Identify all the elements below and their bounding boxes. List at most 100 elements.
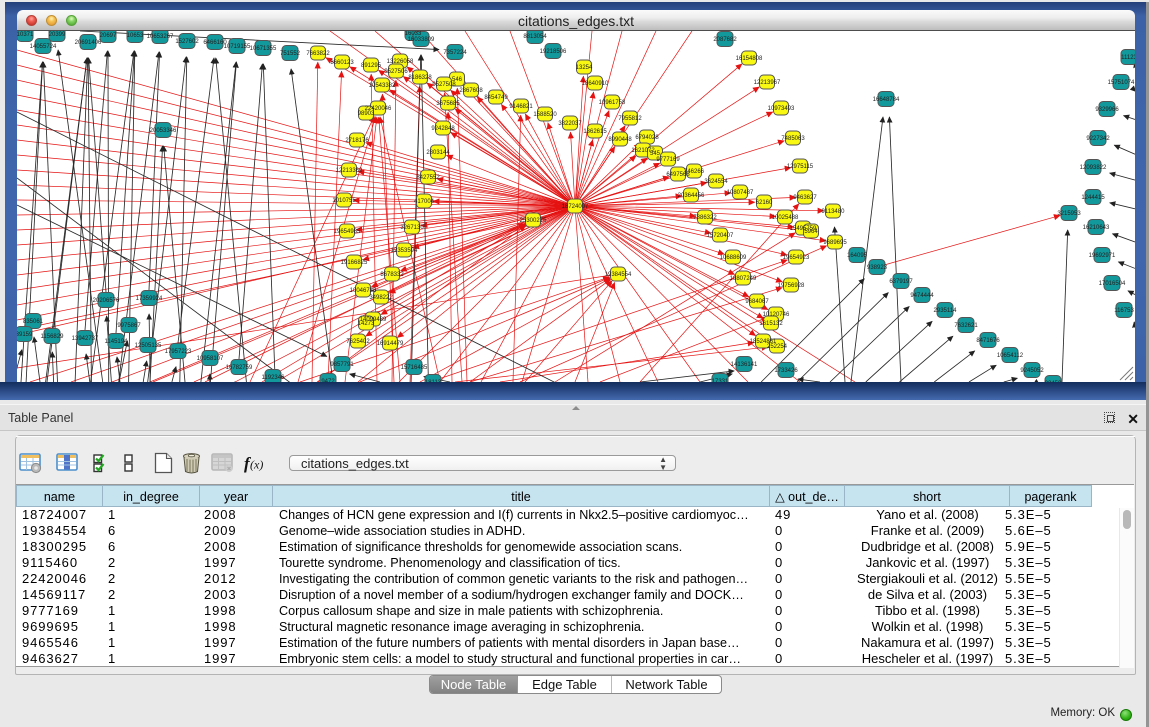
svg-text:11123: 11123 bbox=[1121, 55, 1135, 61]
svg-text:9113480: 9113480 bbox=[822, 209, 846, 215]
svg-text:17331: 17331 bbox=[712, 379, 729, 382]
svg-text:(x): (x) bbox=[250, 458, 263, 472]
svg-text:9472: 9472 bbox=[321, 379, 335, 382]
svg-text:9242848: 9242848 bbox=[431, 126, 455, 132]
svg-text:12213967: 12213967 bbox=[754, 80, 781, 86]
svg-text:3498222: 3498222 bbox=[369, 295, 393, 301]
svg-text:2087682: 2087682 bbox=[713, 37, 737, 43]
svg-text:116753: 116753 bbox=[1114, 308, 1134, 314]
svg-text:18113: 18113 bbox=[425, 380, 442, 382]
svg-text:9463627: 9463627 bbox=[793, 195, 817, 201]
svg-text:16033809: 16033809 bbox=[408, 37, 435, 43]
svg-text:13226058: 13226058 bbox=[387, 59, 414, 65]
svg-text:7357224: 7357224 bbox=[443, 50, 467, 56]
svg-text:12505135: 12505135 bbox=[135, 343, 162, 349]
svg-text:19218506: 19218506 bbox=[540, 49, 567, 55]
svg-text:1615132: 1615132 bbox=[759, 321, 783, 327]
svg-text:14055724: 14055724 bbox=[30, 44, 57, 50]
svg-text:9975867: 9975867 bbox=[117, 323, 141, 329]
svg-text:3267130: 3267130 bbox=[400, 225, 424, 231]
svg-text:62160: 62160 bbox=[756, 200, 773, 206]
svg-text:12213369: 12213369 bbox=[336, 168, 363, 174]
svg-text:10973493: 10973493 bbox=[768, 106, 795, 112]
svg-text:417004: 417004 bbox=[414, 199, 435, 205]
svg-text:19692971: 19692971 bbox=[1089, 253, 1116, 259]
svg-text:7663822: 7663822 bbox=[306, 51, 330, 57]
svg-text:2803144: 2803144 bbox=[426, 150, 450, 156]
svg-text:92450: 92450 bbox=[1045, 381, 1062, 382]
svg-text:19654985: 19654985 bbox=[334, 229, 361, 235]
svg-text:3624554: 3624554 bbox=[704, 179, 728, 185]
svg-text:10807487: 10807487 bbox=[727, 190, 754, 196]
svg-text:16914479: 16914479 bbox=[377, 341, 404, 347]
svg-text:2867608: 2867608 bbox=[459, 88, 483, 94]
svg-text:7625402: 7625402 bbox=[346, 339, 370, 345]
svg-text:2718176: 2718176 bbox=[345, 138, 369, 144]
svg-text:6794028: 6794028 bbox=[635, 135, 659, 141]
svg-text:751552: 751552 bbox=[280, 51, 301, 57]
svg-text:7386322: 7386322 bbox=[693, 215, 717, 221]
svg-text:3215953: 3215953 bbox=[1057, 211, 1081, 217]
svg-text:9857791: 9857791 bbox=[330, 362, 354, 368]
svg-text:9329966: 9329966 bbox=[1095, 107, 1119, 113]
svg-text:10958107: 10958107 bbox=[197, 356, 224, 362]
svg-text:10120746: 10120746 bbox=[763, 312, 790, 318]
svg-text:10025488: 10025488 bbox=[772, 215, 799, 221]
svg-text:1244415: 1244415 bbox=[1081, 195, 1105, 201]
svg-text:14136141: 14136141 bbox=[731, 362, 758, 368]
svg-text:17359924: 17359924 bbox=[136, 296, 163, 302]
svg-text:18724007: 18724007 bbox=[562, 204, 589, 210]
svg-text:12353594: 12353594 bbox=[391, 248, 418, 254]
svg-text:9527506: 9527506 bbox=[384, 69, 408, 75]
svg-text:15720407: 15720407 bbox=[707, 233, 734, 239]
svg-text:1010755: 1010755 bbox=[332, 198, 356, 204]
svg-text:20691406: 20691406 bbox=[75, 40, 102, 46]
svg-text:20399: 20399 bbox=[49, 32, 66, 38]
svg-text:7632621: 7632621 bbox=[954, 323, 978, 329]
svg-text:16648784: 16648784 bbox=[873, 97, 900, 103]
svg-text:252254: 252254 bbox=[767, 344, 788, 350]
svg-text:9227342: 9227342 bbox=[1086, 136, 1110, 142]
svg-text:9527508: 9527508 bbox=[432, 82, 456, 88]
svg-text:8471676: 8471676 bbox=[976, 338, 1000, 344]
svg-text:20053346: 20053346 bbox=[150, 128, 177, 134]
svg-text:10961758: 10961758 bbox=[599, 100, 626, 106]
svg-text:2935114: 2935114 bbox=[934, 308, 958, 314]
svg-text:10688609: 10688609 bbox=[720, 255, 747, 261]
svg-text:835061: 835061 bbox=[23, 319, 44, 325]
svg-text:10654112: 10654112 bbox=[997, 353, 1024, 359]
svg-text:1588520: 1588520 bbox=[533, 112, 557, 118]
svg-text:20206576: 20206576 bbox=[93, 298, 120, 304]
svg-text:8427552: 8427552 bbox=[416, 175, 440, 181]
svg-text:18807249: 18807249 bbox=[730, 276, 757, 282]
svg-text:39159: 39159 bbox=[17, 332, 33, 338]
svg-text:19756928: 19756928 bbox=[778, 283, 805, 289]
svg-text:9245052: 9245052 bbox=[1020, 368, 1044, 374]
svg-text:10653267: 10653267 bbox=[147, 34, 174, 40]
svg-text:3675685: 3675685 bbox=[436, 101, 460, 107]
svg-text:6379197: 6379197 bbox=[889, 279, 913, 285]
svg-text:1733426: 1733426 bbox=[774, 368, 798, 374]
svg-text:7485063: 7485063 bbox=[781, 136, 805, 142]
svg-text:18640910: 18640910 bbox=[582, 81, 609, 87]
svg-text:10719155: 10719155 bbox=[224, 44, 251, 50]
svg-text:13942737: 13942737 bbox=[72, 336, 99, 342]
svg-text:10671355: 10671355 bbox=[250, 46, 277, 52]
svg-text:891295: 891295 bbox=[361, 63, 382, 69]
svg-text:8990448: 8990448 bbox=[608, 137, 632, 143]
svg-text:16782759: 16782759 bbox=[226, 365, 253, 371]
svg-text:9777169: 9777169 bbox=[656, 157, 680, 163]
svg-text:10371: 10371 bbox=[17, 32, 34, 38]
svg-text:16154808: 16154808 bbox=[736, 56, 763, 62]
svg-text:15716485: 15716485 bbox=[401, 365, 428, 371]
svg-text:17957223: 17957223 bbox=[165, 349, 192, 355]
svg-text:10543382: 10543382 bbox=[369, 83, 396, 89]
svg-text:938923: 938923 bbox=[867, 265, 888, 271]
svg-text:5964: 5964 bbox=[804, 229, 818, 235]
svg-text:1156829: 1156829 bbox=[41, 334, 65, 340]
svg-text:16210643: 16210643 bbox=[1083, 225, 1110, 231]
svg-text:8678332: 8678332 bbox=[380, 272, 404, 278]
svg-text:1145194: 1145194 bbox=[105, 339, 129, 345]
svg-text:19166825: 19166825 bbox=[341, 260, 368, 266]
svg-text:20364456: 20364456 bbox=[678, 193, 705, 199]
